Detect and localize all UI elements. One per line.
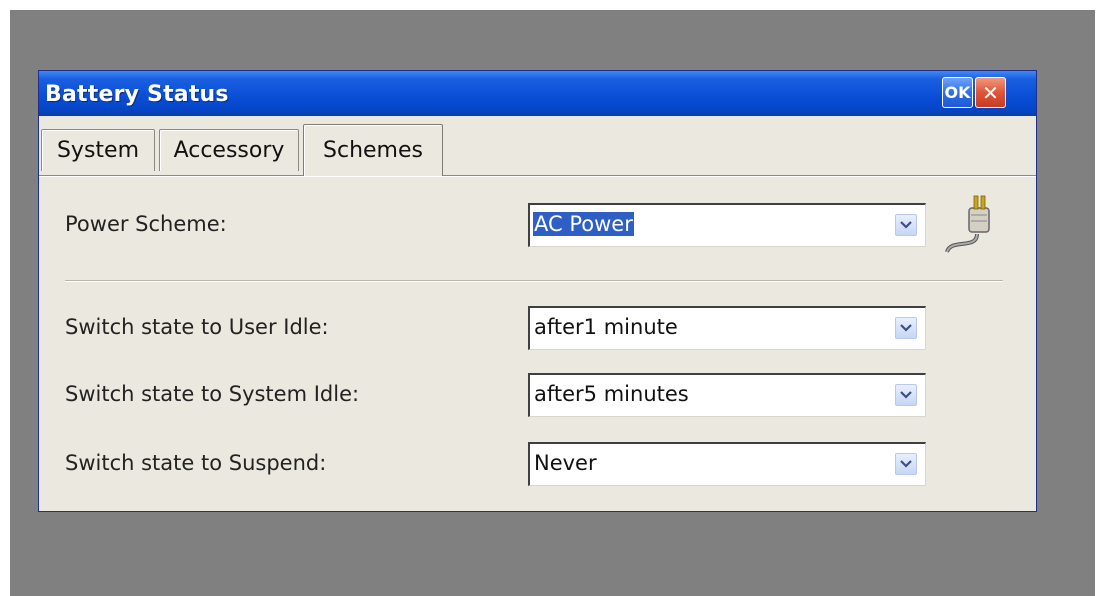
power-scheme-select[interactable]: AC Power <box>528 203 926 247</box>
chevron-down-icon <box>900 221 912 229</box>
window-title: Battery Status <box>45 82 229 107</box>
section-separator-highlight <box>65 281 1003 282</box>
chevron-down-icon <box>900 324 912 332</box>
power-scheme-dropdown-button[interactable] <box>895 214 917 236</box>
ok-button[interactable]: OK <box>942 77 973 108</box>
suspend-select[interactable]: Never <box>528 442 926 486</box>
suspend-value: Never <box>534 451 597 475</box>
battery-status-dialog: Battery Status OK ✕ System Accessory Sch… <box>38 70 1037 512</box>
user-idle-select[interactable]: after1 minute <box>528 306 926 350</box>
tab-strip: System Accessory Schemes <box>39 116 1036 176</box>
user-idle-value: after1 minute <box>534 315 678 339</box>
power-scheme-label: Power Scheme: <box>65 212 227 236</box>
tab-schemes[interactable]: Schemes <box>303 124 443 176</box>
system-idle-label: Switch state to System Idle: <box>65 382 360 406</box>
power-scheme-value: AC Power <box>533 212 634 236</box>
system-idle-select[interactable]: after5 minutes <box>528 373 926 417</box>
chevron-down-icon <box>900 460 912 468</box>
title-bar[interactable]: Battery Status OK ✕ <box>39 71 1036 116</box>
tab-accessory[interactable]: Accessory <box>159 129 299 171</box>
user-idle-label: Switch state to User Idle: <box>65 315 329 339</box>
close-button[interactable]: ✕ <box>975 77 1006 108</box>
suspend-dropdown-button[interactable] <box>895 453 917 475</box>
user-idle-dropdown-button[interactable] <box>895 317 917 339</box>
tab-divider-highlight <box>39 176 1036 177</box>
close-icon: ✕ <box>982 80 999 105</box>
system-idle-dropdown-button[interactable] <box>895 384 917 406</box>
suspend-label: Switch state to Suspend: <box>65 451 327 475</box>
chevron-down-icon <box>900 391 912 399</box>
tab-system[interactable]: System <box>41 129 155 171</box>
system-idle-value: after5 minutes <box>534 382 689 406</box>
power-plug-icon <box>945 195 990 253</box>
